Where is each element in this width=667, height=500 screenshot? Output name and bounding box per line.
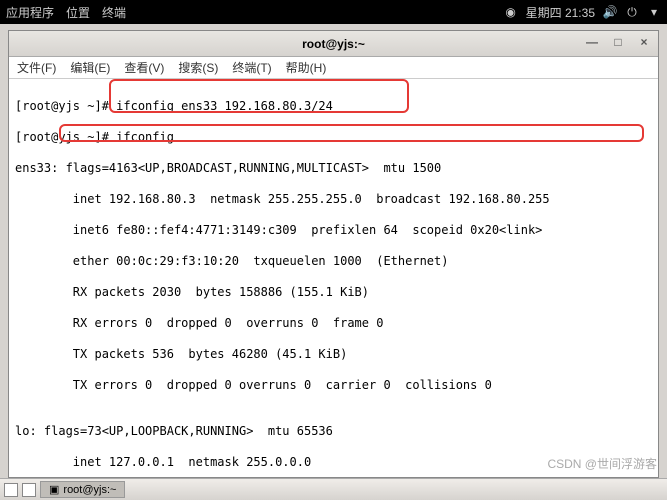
taskbar-item-label: root@yjs:~ [63,484,116,496]
power-icon[interactable]: ⏻ [625,5,639,19]
menubar: 文件(F) 编辑(E) 查看(V) 搜索(S) 终端(T) 帮助(H) [9,57,658,79]
minimize-button[interactable]: — [584,34,600,50]
menu-edit[interactable]: 编辑(E) [70,59,110,76]
line: TX errors 0 dropped 0 overruns 0 carrier… [15,378,652,394]
line: RX errors 0 dropped 0 overruns 0 frame 0 [15,316,652,332]
line: lo: flags=73<UP,LOOPBACK,RUNNING> mtu 65… [15,424,652,440]
taskbar: ▣ root@yjs:~ [0,478,667,500]
taskbar-item-terminal[interactable]: ▣ root@yjs:~ [40,481,125,498]
maximize-button[interactable]: □ [610,34,626,50]
menu-applications[interactable]: 应用程序 [6,4,54,21]
camera-icon[interactable]: ◉ [504,5,518,19]
workspace-switcher-1[interactable] [4,483,18,497]
menu-terminal[interactable]: 终端(T) [232,59,271,76]
terminal-icon: ▣ [49,483,59,496]
line: [root@yjs ~]# ifconfig [15,130,652,146]
menu-terminal[interactable]: 终端 [102,4,126,21]
window-title: root@yjs:~ [302,37,365,51]
menu-places[interactable]: 位置 [66,4,90,21]
workspace-switcher-2[interactable] [22,483,36,497]
line: [root@yjs ~]# ifconfig ens33 192.168.80.… [15,99,652,115]
terminal-window: root@yjs:~ — □ × 文件(F) 编辑(E) 查看(V) 搜索(S)… [8,30,659,478]
topbar-left: 应用程序 位置 终端 [6,4,126,21]
gnome-top-bar: 应用程序 位置 终端 ◉ 星期四 21:35 🔊 ⏻ ▾ [0,0,667,24]
line: ens33: flags=4163<UP,BROADCAST,RUNNING,M… [15,161,652,177]
menu-file[interactable]: 文件(F) [17,59,56,76]
menu-search[interactable]: 搜索(S) [178,59,218,76]
topbar-right: ◉ 星期四 21:35 🔊 ⏻ ▾ [504,4,661,21]
caret-icon[interactable]: ▾ [647,5,661,19]
line: inet6 fe80::fef4:4771:3149:c309 prefixle… [15,223,652,239]
line: TX packets 536 bytes 46280 (45.1 KiB) [15,347,652,363]
line: inet 192.168.80.3 netmask 255.255.255.0 … [15,192,652,208]
volume-icon[interactable]: 🔊 [603,5,617,19]
clock[interactable]: 星期四 21:35 [526,4,595,21]
menu-view[interactable]: 查看(V) [124,59,164,76]
watermark: CSDN @世间浮游客 [547,455,657,472]
close-button[interactable]: × [636,34,652,50]
line: RX packets 2030 bytes 158886 (155.1 KiB) [15,285,652,301]
titlebar[interactable]: root@yjs:~ — □ × [9,31,658,57]
menu-help[interactable]: 帮助(H) [286,59,327,76]
titlebar-controls: — □ × [584,34,652,50]
line: ether 00:0c:29:f3:10:20 txqueuelen 1000 … [15,254,652,270]
terminal-output[interactable]: [root@yjs ~]# ifconfig ens33 192.168.80.… [9,79,658,477]
